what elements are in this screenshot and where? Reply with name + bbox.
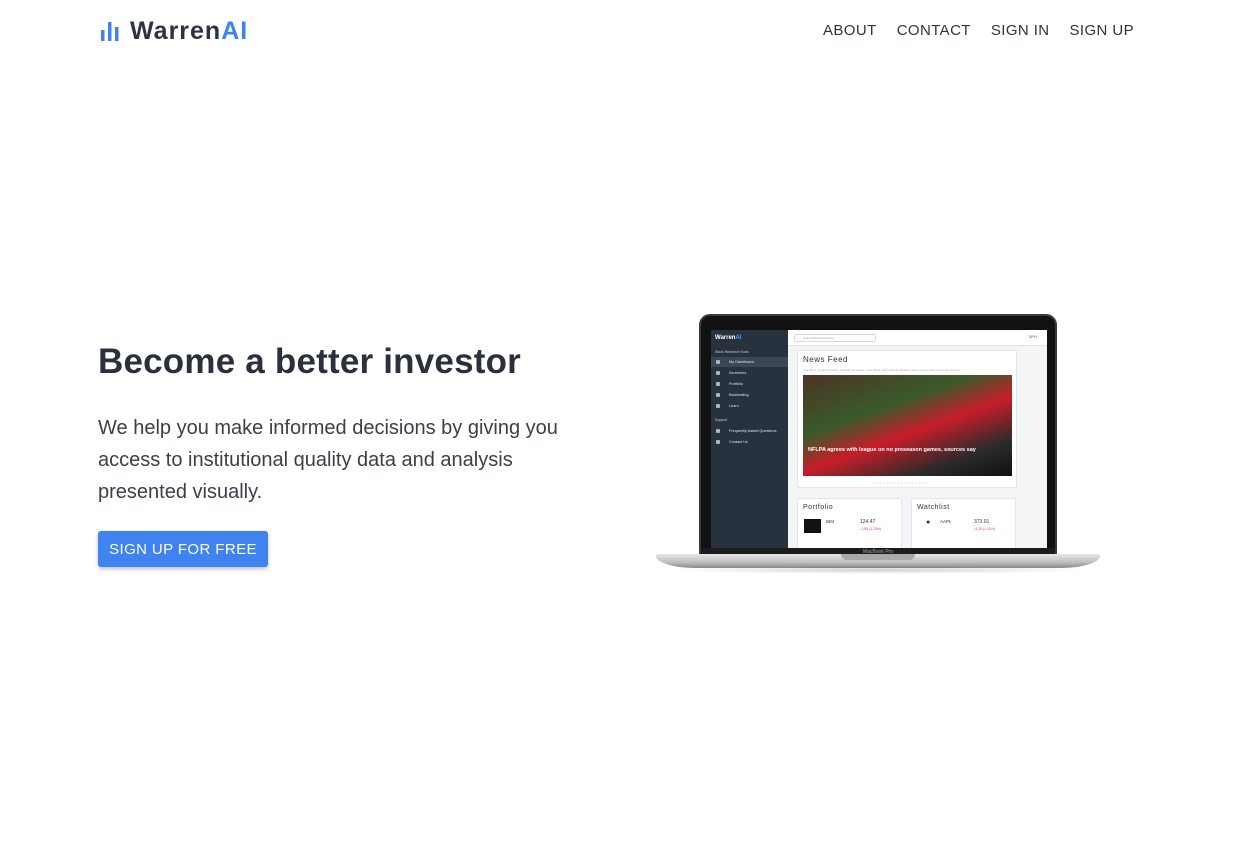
nav-contact-link[interactable]: CONTACT (897, 22, 971, 39)
sidebar-item-dashboard: My Dashboard (711, 357, 788, 367)
news-feed-title: News Feed (803, 355, 848, 364)
laptop-notch (841, 554, 915, 560)
app-topbar: Search Stocks & Coins SPH (788, 330, 1047, 346)
app-search-input: Search Stocks & Coins (794, 334, 876, 342)
portfolio-price: 124.47 (860, 519, 876, 525)
portfolio-title: Portfolio (803, 504, 834, 511)
carousel-dots: • • • • • • • • • • • • • • • • (873, 480, 928, 485)
apple-logo-icon: ● (926, 519, 931, 526)
bar-chart-icon (101, 22, 119, 41)
sidebar-section-tools: Stock Research Tools (715, 350, 749, 354)
news-feed-card: News Feed The latest, comprehensive, ins… (797, 350, 1017, 488)
app-screenshot: WarrenAI Stock Research Tools My Dashboa… (711, 330, 1047, 556)
nav-about-link[interactable]: ABOUT (823, 22, 877, 39)
hero-subtitle: We help you make informed decisions by g… (98, 417, 558, 503)
portfolio-change: -1.55 (1.23%) (860, 527, 882, 531)
news-headline: NFLPA agrees with league on no preseason… (808, 447, 976, 453)
app-user-menu: SPH (1028, 334, 1037, 339)
sidebar-item-learn: Learn (711, 401, 788, 411)
laptop-mockup: WarrenAI Stock Research Tools My Dashboa… (656, 314, 1100, 576)
nav-sign-up-link[interactable]: SIGN UP (1070, 22, 1134, 39)
news-feed-meta: The latest, comprehensive, institutional… (803, 368, 961, 372)
sidebar-item-screeners: Screeners (711, 368, 788, 378)
laptop-shadow (666, 566, 1090, 574)
watchlist-ticker: AAPL (940, 519, 952, 524)
brand-name: WarrenAI (130, 16, 249, 45)
sidebar-item-portfolio: Portfolio (711, 379, 788, 389)
sign-up-free-button[interactable]: SIGN UP FOR FREE (98, 531, 268, 567)
watchlist-change: -4.20 (1.11%) (974, 527, 995, 531)
hero-title: Become a better investor (98, 342, 522, 381)
watchlist-title: Watchlist (917, 504, 950, 511)
portfolio-ticker: IBM (826, 519, 835, 524)
news-image: NFLPA agrees with league on no preseason… (803, 375, 1012, 476)
brand-logo[interactable]: WarrenAI (100, 16, 248, 46)
sidebar-item-faq: Frequently Asked Questions (711, 426, 788, 436)
sidebar-section-support: Support (715, 418, 728, 422)
ibm-logo-icon (804, 519, 821, 533)
sidebar-item-contact: Contact Us (711, 437, 788, 447)
app-sidebar: WarrenAI Stock Research Tools My Dashboa… (711, 330, 788, 556)
laptop-lid: WarrenAI Stock Research Tools My Dashboa… (699, 314, 1057, 556)
site-header: WarrenAI ABOUT CONTACT SIGN IN SIGN UP (0, 0, 1243, 62)
watchlist-price: 373.01 (974, 519, 990, 525)
nav-sign-in-link[interactable]: SIGN IN (991, 22, 1050, 39)
top-nav: ABOUT CONTACT SIGN IN SIGN UP (823, 22, 1134, 39)
app-brand: WarrenAI (715, 335, 742, 341)
sidebar-item-backtesting: Backtesting (711, 390, 788, 400)
